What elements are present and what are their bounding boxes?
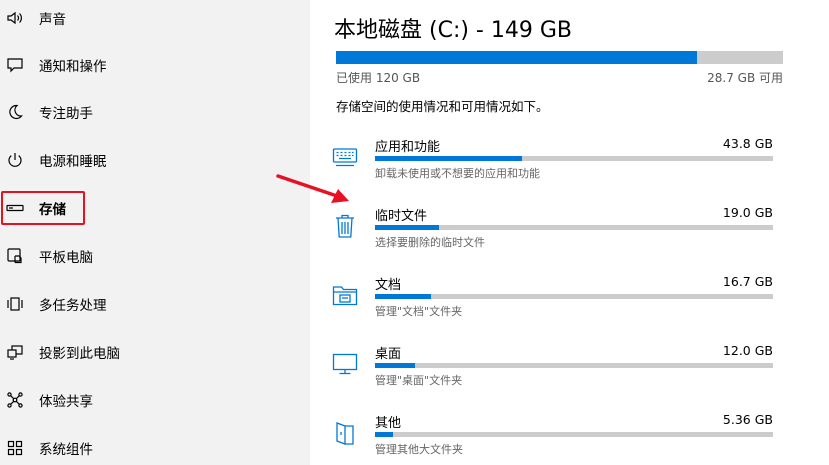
category-usage-bar	[375, 432, 773, 437]
category-name: 临时文件	[375, 209, 428, 224]
sidebar-item-shared-experiences[interactable]: 体验共享	[0, 377, 310, 423]
sidebar-item-label: 声音	[39, 12, 66, 28]
sidebar-item-multitasking[interactable]: 多任务处理	[0, 281, 310, 327]
category-desktop[interactable]: 桌面 12.0 GB 管理"桌面"文件夹	[330, 343, 775, 399]
category-subtitle: 管理"桌面"文件夹	[375, 374, 463, 387]
sidebar-item-notifications[interactable]: 通知和操作	[0, 42, 310, 88]
category-name: 其他	[375, 416, 402, 431]
sidebar-item-system-components[interactable]: 系统组件	[0, 425, 310, 465]
category-usage-bar	[375, 225, 773, 230]
disk-usage-bar	[336, 51, 783, 64]
sidebar-item-label: 通知和操作	[39, 59, 107, 75]
other-folder-icon	[332, 420, 358, 446]
category-subtitle: 卸载未使用或不想要的应用和功能	[375, 167, 540, 180]
tablet-icon	[5, 246, 25, 266]
project-icon	[5, 342, 25, 362]
notification-icon	[5, 55, 25, 75]
sidebar-item-power-sleep[interactable]: 电源和睡眠	[0, 137, 310, 183]
category-name: 桌面	[375, 347, 402, 362]
category-apps-features[interactable]: 应用和功能 43.8 GB 卸载未使用或不想要的应用和功能	[330, 136, 775, 192]
moon-icon	[5, 102, 25, 122]
category-usage-fill	[375, 294, 431, 299]
sidebar-item-project[interactable]: 投影到此电脑	[0, 329, 310, 375]
folder-icon	[332, 282, 358, 308]
sidebar-item-tablet[interactable]: 平板电脑	[0, 233, 310, 279]
category-usage-fill	[375, 156, 523, 161]
multitask-icon	[5, 294, 25, 314]
category-usage-fill	[375, 363, 415, 368]
speaker-icon	[5, 8, 25, 28]
sidebar-item-label: 专注助手	[39, 106, 93, 122]
category-size: 16.7 GB	[722, 274, 773, 289]
category-size: 43.8 GB	[722, 136, 773, 151]
components-icon	[5, 438, 25, 458]
page-title: 本地磁盘 (C:) - 149 GB	[334, 18, 572, 43]
category-subtitle: 管理"文档"文件夹	[375, 305, 463, 318]
sidebar-item-focus-assist[interactable]: 专注助手	[0, 89, 310, 135]
power-icon	[5, 150, 25, 170]
sidebar-item-sound[interactable]: 声音	[0, 0, 310, 41]
category-size: 19.0 GB	[722, 205, 773, 220]
used-space-label: 已使用 120 GB	[336, 71, 421, 85]
trash-icon	[332, 213, 358, 239]
keyboard-icon	[332, 144, 358, 170]
sidebar-item-label: 体验共享	[39, 394, 93, 410]
category-name: 文档	[375, 278, 402, 293]
category-documents[interactable]: 文档 16.7 GB 管理"文档"文件夹	[330, 274, 775, 330]
sidebar-item-label: 电源和睡眠	[39, 154, 107, 170]
category-subtitle: 选择要删除的临时文件	[375, 236, 485, 249]
annotation-highlight-box	[1, 191, 85, 225]
settings-sidebar: 声音 通知和操作 专注助手 电源和睡眠 存储 平板电脑 多任务处理 投影到此电脑…	[0, 0, 310, 465]
sidebar-item-label: 多任务处理	[39, 298, 107, 314]
category-usage-bar	[375, 156, 773, 161]
category-usage-bar	[375, 363, 773, 368]
sidebar-item-label: 平板电脑	[39, 250, 93, 266]
category-temp-files[interactable]: 临时文件 19.0 GB 选择要删除的临时文件	[330, 205, 775, 261]
category-subtitle: 管理其他大文件夹	[375, 443, 463, 456]
category-usage-fill	[375, 432, 393, 437]
sidebar-item-label: 投影到此电脑	[39, 346, 120, 362]
usage-description: 存储空间的使用情况和可用情况如下。	[336, 99, 549, 114]
storage-detail-panel: 本地磁盘 (C:) - 149 GB 已使用 120 GB 28.7 GB 可用…	[310, 0, 829, 465]
share-icon	[5, 390, 25, 410]
category-other[interactable]: 其他 5.36 GB 管理其他大文件夹	[330, 412, 775, 465]
category-usage-fill	[375, 225, 439, 230]
category-name: 应用和功能	[375, 140, 441, 155]
category-usage-bar	[375, 294, 773, 299]
category-size: 12.0 GB	[722, 343, 773, 358]
free-space-label: 28.7 GB 可用	[707, 71, 783, 85]
disk-usage-fill	[336, 51, 697, 64]
monitor-icon	[332, 351, 358, 377]
category-size: 5.36 GB	[722, 412, 773, 427]
sidebar-item-label: 系统组件	[39, 442, 93, 458]
